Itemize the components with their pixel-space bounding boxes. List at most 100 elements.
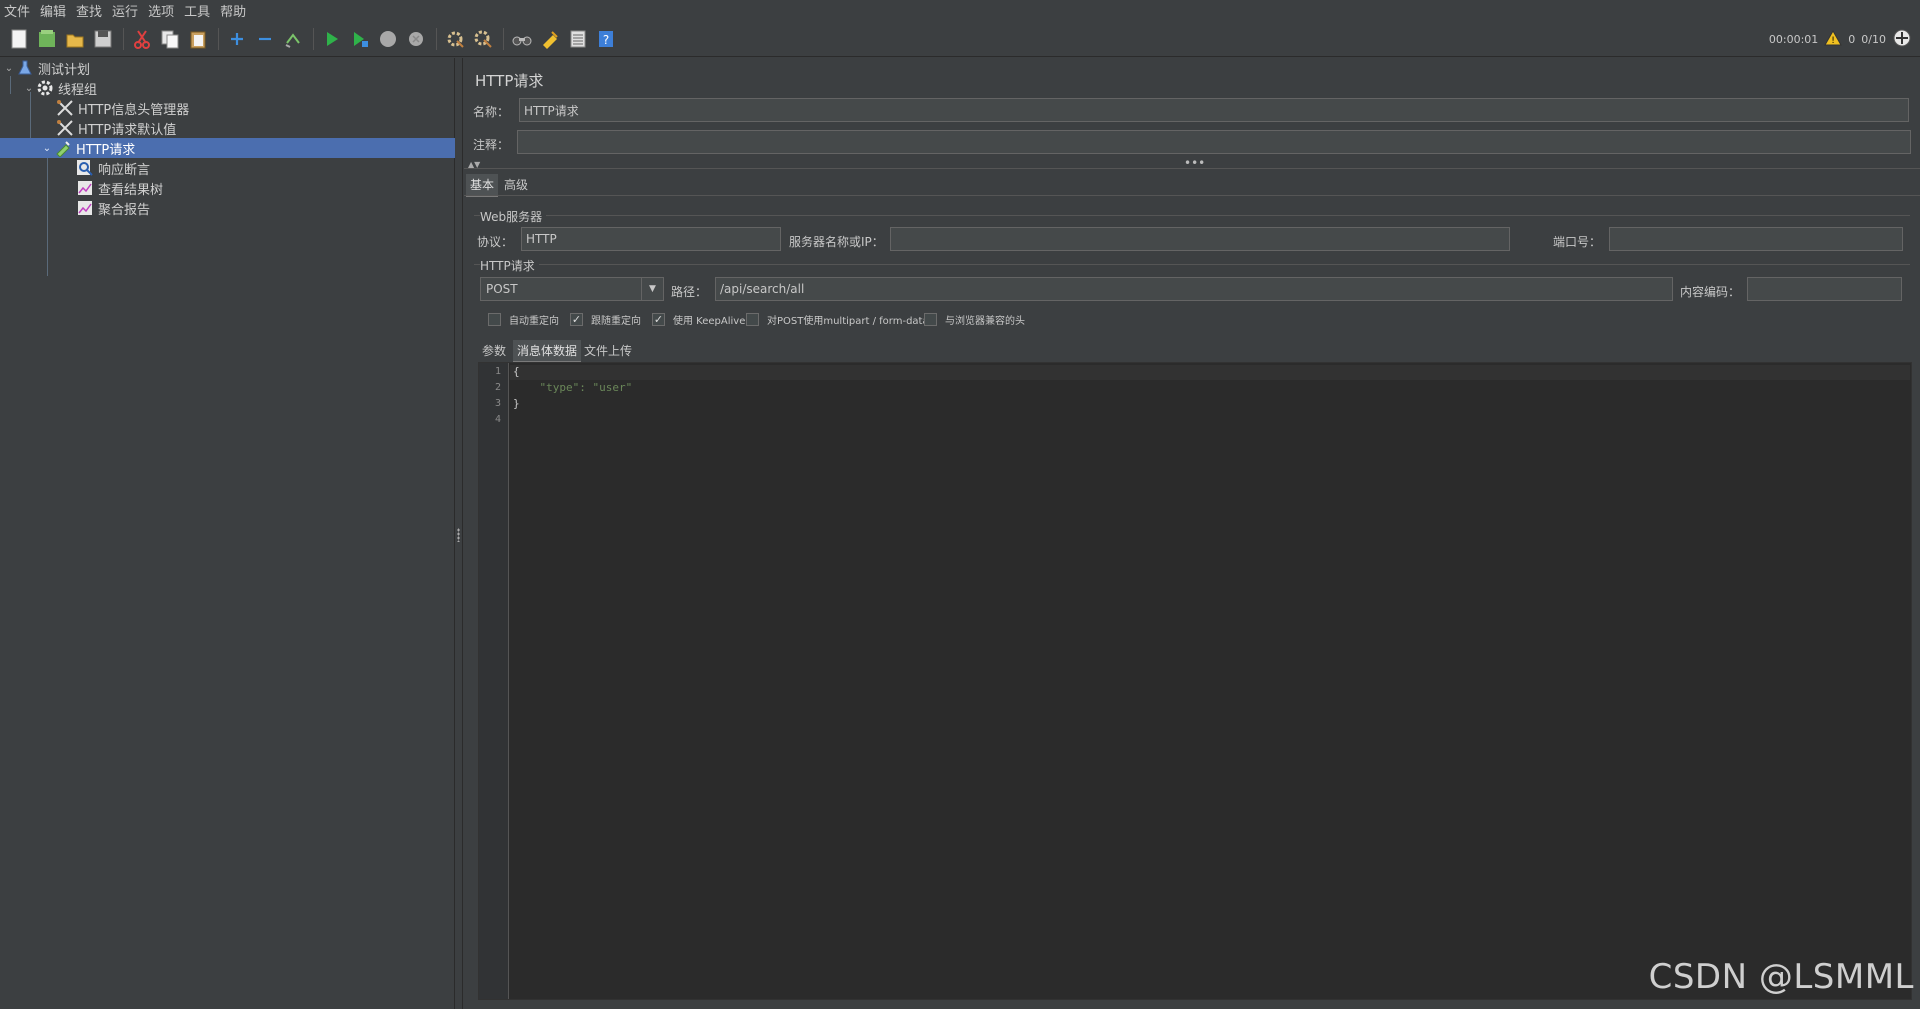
checkmark-icon[interactable]: ✓ xyxy=(570,313,583,326)
chevron-down-icon[interactable]: ⌄ xyxy=(2,63,16,74)
reset-search-icon[interactable] xyxy=(537,26,563,52)
line-number: 1 xyxy=(494,366,501,377)
menu-run[interactable]: 运行 xyxy=(112,1,148,20)
line-number: 3 xyxy=(494,398,501,409)
browser-headers-checkbox[interactable]: 与浏览器兼容的头 xyxy=(924,312,1025,327)
remote-icon[interactable] xyxy=(1892,28,1912,51)
tree-item-header-manager[interactable]: HTTP信息头管理器 xyxy=(0,98,455,118)
start-icon[interactable] xyxy=(319,26,345,52)
tree-item-aggregate-report[interactable]: 聚合报告 xyxy=(0,198,455,218)
body-data-editor[interactable]: 1 2 3 4 { "type": "user" } xyxy=(478,362,1912,1000)
multipart-checkbox[interactable]: 对POST使用multipart / form-data xyxy=(746,312,929,327)
tab-body-data[interactable]: 消息体数据 xyxy=(513,340,582,363)
menu-options[interactable]: 选项 xyxy=(148,1,184,20)
checkbox-box[interactable] xyxy=(924,313,937,326)
cut-icon[interactable] xyxy=(129,26,155,52)
chevron-down-icon[interactable]: ⌄ xyxy=(40,143,54,154)
new-icon[interactable] xyxy=(6,26,32,52)
pipette-icon xyxy=(54,139,72,157)
test-plan-tree: ⌄ 测试计划 ⌄ 线程组 HTTP信息头管理器 HTTP请求默认值 ⌄ HTTP… xyxy=(0,58,455,1009)
tree-item-request-defaults[interactable]: HTTP请求默认值 xyxy=(0,118,455,138)
checkbox-box[interactable] xyxy=(746,313,759,326)
svg-text:?: ? xyxy=(603,33,609,47)
path-field[interactable]: /api/search/all xyxy=(715,277,1673,301)
group-border xyxy=(474,264,1910,265)
clear-icon[interactable] xyxy=(442,26,468,52)
line-number-gutter: 1 2 3 4 xyxy=(479,363,509,999)
tree-item-test-plan[interactable]: ⌄ 测试计划 xyxy=(0,58,455,78)
toggle-icon[interactable] xyxy=(280,26,306,52)
watermark: CSDN @LSMML xyxy=(1648,957,1914,997)
toolbar-separator xyxy=(503,27,504,50)
tab-advanced[interactable]: 高级 xyxy=(500,174,532,195)
status-area: 00:00:01 ! 0 0/10 xyxy=(1769,21,1912,57)
binoculars-icon[interactable] xyxy=(509,26,535,52)
name-label: 名称： xyxy=(473,105,510,119)
menu-search[interactable]: 查找 xyxy=(76,1,112,20)
encoding-field[interactable] xyxy=(1747,277,1902,301)
menu-tools[interactable]: 工具 xyxy=(184,1,220,20)
web-server-group-title: Web服务器 xyxy=(480,208,547,225)
vertical-splitter[interactable] xyxy=(455,58,463,1009)
checkbox-box[interactable] xyxy=(488,313,501,326)
tree-item-results-tree[interactable]: 查看结果树 xyxy=(0,178,455,198)
function-helper-icon[interactable] xyxy=(565,26,591,52)
timer-display: 00:00:01 xyxy=(1768,32,1819,46)
port-label: 端口号： xyxy=(1553,235,1602,249)
menu-edit[interactable]: 编辑 xyxy=(40,1,76,20)
tree-item-label: HTTP请求 xyxy=(76,142,136,158)
server-field[interactable] xyxy=(890,227,1510,251)
expand-icon[interactable] xyxy=(224,26,250,52)
port-field[interactable] xyxy=(1609,227,1903,251)
tree-item-http-request[interactable]: ⌄ HTTP请求 xyxy=(0,138,455,158)
thread-count: 0/10 xyxy=(1861,32,1886,46)
templates-icon[interactable] xyxy=(34,26,60,52)
auto-redirect-checkbox[interactable]: 自动重定向 xyxy=(488,312,559,327)
comment-field[interactable] xyxy=(517,130,1911,154)
method-value: POST xyxy=(486,282,518,296)
drag-handle-icon[interactable] xyxy=(457,528,460,542)
tab-basic[interactable]: 基本 xyxy=(466,174,499,197)
comment-label: 注释： xyxy=(473,138,510,152)
current-line-highlight xyxy=(510,365,1910,380)
group-border xyxy=(474,215,1910,216)
stop-icon[interactable] xyxy=(375,26,401,52)
collapse-icon[interactable] xyxy=(252,26,278,52)
tab-parameters[interactable]: 参数 xyxy=(478,340,510,361)
protocol-field[interactable]: HTTP xyxy=(521,227,781,251)
tree-item-response-assertion[interactable]: 响应断言 xyxy=(0,158,455,178)
method-select[interactable]: POST ▼ xyxy=(480,277,664,301)
server-label: 服务器名称或IP： xyxy=(789,235,884,249)
http-request-group-title: HTTP请求 xyxy=(480,257,539,274)
copy-icon[interactable] xyxy=(157,26,183,52)
shutdown-icon[interactable] xyxy=(403,26,429,52)
name-field[interactable]: HTTP请求 xyxy=(519,98,1909,122)
tree-item-thread-group[interactable]: ⌄ 线程组 xyxy=(0,78,455,98)
menu-help[interactable]: 帮助 xyxy=(220,1,256,20)
chevron-down-icon[interactable]: ▼ xyxy=(641,278,663,300)
tab-file-upload[interactable]: 文件上传 xyxy=(580,340,636,361)
help-icon[interactable]: ? xyxy=(593,26,619,52)
checkbox-label: 对POST使用multipart / form-data xyxy=(767,316,929,327)
open-icon[interactable] xyxy=(62,26,88,52)
wrench-icon xyxy=(56,119,74,137)
path-label: 路径： xyxy=(671,285,708,299)
clear-all-icon[interactable] xyxy=(470,26,496,52)
code-line: } xyxy=(513,397,520,410)
wrench-icon xyxy=(56,99,74,117)
http-request-panel: HTTP请求 名称： HTTP请求 注释： ▲▼ ••• 基本 高级 Web服务… xyxy=(464,58,1920,1009)
chevron-down-icon[interactable]: ⌄ xyxy=(22,83,36,94)
follow-redirect-checkbox[interactable]: ✓ 跟随重定向 xyxy=(570,312,641,327)
checkmark-icon[interactable]: ✓ xyxy=(652,313,665,326)
keepalive-checkbox[interactable]: ✓ 使用 KeepAlive xyxy=(652,312,745,327)
save-icon[interactable] xyxy=(90,26,116,52)
menu-file[interactable]: 文件 xyxy=(4,1,40,20)
toolbar-separator xyxy=(123,27,124,50)
warning-icon[interactable]: ! xyxy=(1824,29,1843,49)
start-no-pause-icon[interactable] xyxy=(347,26,373,52)
checkbox-label: 与浏览器兼容的头 xyxy=(945,316,1025,327)
line-number: 2 xyxy=(494,382,501,393)
code-line: "type": "user" xyxy=(513,381,633,394)
paste-icon[interactable] xyxy=(185,26,211,52)
warning-count: 0 xyxy=(1848,32,1856,46)
